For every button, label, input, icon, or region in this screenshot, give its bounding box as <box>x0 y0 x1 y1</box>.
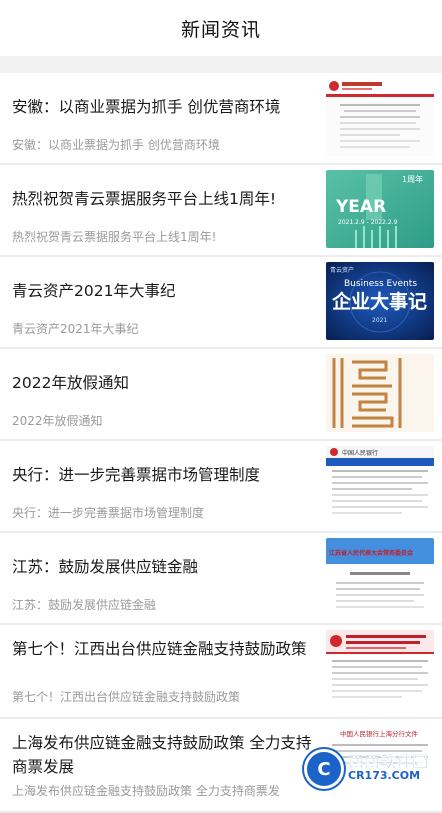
news-item[interactable]: 江苏：鼓励发展供应链金融 江苏：鼓励发展供应链金融 江苏省人民代表大会常务委员会 <box>0 533 442 625</box>
news-thumbnail: 江苏省人民代表大会常务委员会 <box>326 538 434 616</box>
top-bar: 新闻资讯 <box>0 0 442 56</box>
news-thumbnail: 1周年 YEAR 2021.2.9 - 2022.2.9 <box>326 170 434 248</box>
news-thumbnail <box>326 354 434 432</box>
news-thumbnail: 青云资产 Business Events 企业大事记 2021 <box>326 262 434 340</box>
thumb-title-text: 企业大事记 <box>331 290 427 313</box>
news-title: 热烈祝贺青云票据服务平台上线1周年! <box>12 190 277 208</box>
section-gap <box>0 56 442 73</box>
news-title: 2022年放假通知 <box>12 374 129 392</box>
thumb-year-text: YEAR <box>335 197 386 217</box>
news-summary: 江苏：鼓励发展供应链金融 <box>12 598 157 612</box>
thumb-sh-label: 中国人民银行上海分行文件 <box>340 729 419 738</box>
thumb-pbc-label: 中国人民银行 <box>342 449 378 457</box>
news-thumbnail: 中国人民银行 <box>326 446 434 524</box>
watermark-name: 西西软件园 <box>348 752 429 771</box>
news-summary: 上海发布供应链金融支持鼓励政策 全力支持商票发 <box>12 784 280 798</box>
news-item[interactable]: 第七个！江西出台供应链金融支持鼓励政策 第七个！江西出台供应链金融支持鼓励政策 <box>0 625 442 719</box>
news-item[interactable]: 2022年放假通知 2022年放假通知 <box>0 349 442 441</box>
news-summary: 青云资产2021年大事纪 <box>12 322 139 336</box>
news-title: 江苏：鼓励发展供应链金融 <box>12 558 199 576</box>
news-title: 上海发布供应链金融支持鼓励政策 全力支持商票发展 <box>12 734 312 776</box>
news-thumbnail <box>326 78 434 156</box>
news-summary: 央行：进一步完善票据市场管理制度 <box>12 506 205 520</box>
news-title: 第七个！江西出台供应链金融支持鼓励政策 <box>12 640 307 658</box>
thumb-corner-text: 青云资产 <box>330 266 354 274</box>
watermark-logo: C <box>304 749 344 789</box>
news-title: 安徽：以商业票据为抓手 创优营商环境 <box>12 98 281 116</box>
site-watermark: C 西西软件园 CR173.COM <box>304 749 434 789</box>
thumb-date-range: 2021.2.9 - 2022.2.9 <box>338 219 398 226</box>
thumb-year-label: 2021 <box>372 317 387 324</box>
news-item[interactable]: 央行：进一步完善票据市场管理制度 央行：进一步完善票据市场管理制度 中国人民银行 <box>0 441 442 533</box>
news-item[interactable]: 热烈祝贺青云票据服务平台上线1周年! 热烈祝贺青云票据服务平台上线1周年! 1周… <box>0 165 442 257</box>
thumb-badge: 1周年 <box>402 174 423 184</box>
thumb-js-label: 江苏省人民代表大会常务委员会 <box>329 549 414 557</box>
thumb-business-events: Business Events <box>344 279 417 289</box>
news-thumbnail <box>326 630 434 708</box>
news-title: 青云资产2021年大事纪 <box>12 282 176 300</box>
news-summary: 第七个！江西出台供应链金融支持鼓励政策 <box>12 690 241 704</box>
news-item[interactable]: 安徽：以商业票据为抓手 创优营商环境 安徽：以商业票据为抓手 创优营商环境 <box>0 73 442 165</box>
news-title: 央行：进一步完善票据市场管理制度 <box>12 466 261 484</box>
news-item[interactable]: 青云资产2021年大事纪 青云资产2021年大事纪 青云资产 Business … <box>0 257 442 349</box>
page-title: 新闻资讯 <box>180 18 261 41</box>
news-list: 安徽：以商业票据为抓手 创优营商环境 安徽：以商业票据为抓手 创优营商环境 热烈… <box>0 73 442 813</box>
news-summary: 热烈祝贺青云票据服务平台上线1周年! <box>12 230 217 244</box>
watermark-url: CR173.COM <box>348 769 421 782</box>
news-summary: 安徽：以商业票据为抓手 创优营商环境 <box>12 138 220 152</box>
news-summary: 2022年放假通知 <box>12 414 103 428</box>
